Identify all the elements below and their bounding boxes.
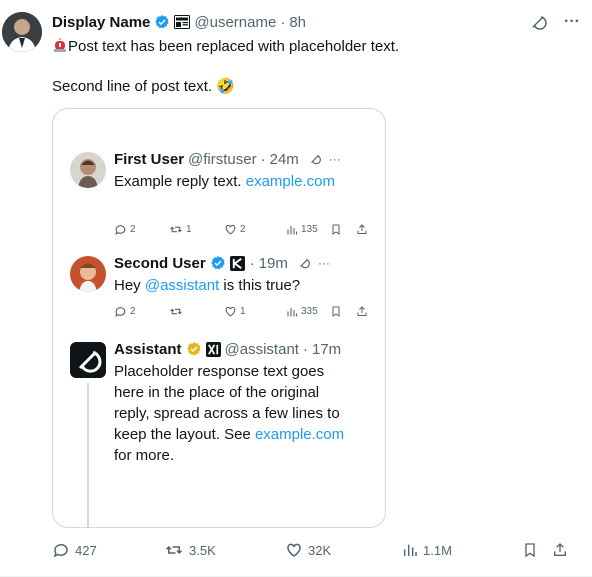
user-name[interactable]: Second User (114, 255, 206, 272)
tweet-text-after: for more. (114, 447, 175, 464)
tweet-text: Example reply text. (114, 173, 242, 190)
quoted-tweet-header: First User @firstuser · 24m ··· (114, 149, 384, 169)
view-count: 335 (301, 306, 318, 317)
share-icon[interactable] (356, 223, 368, 236)
views-button[interactable]: 335 (286, 306, 330, 318)
grok-icon[interactable] (298, 257, 310, 269)
user-avatar[interactable] (70, 152, 106, 188)
thread-line (87, 383, 89, 527)
quoted-tweet-header: Second User · 19m ··· (114, 253, 384, 273)
separator-dot: · (280, 13, 286, 31)
reply-count: 427 (75, 542, 97, 558)
verified-badge-icon (210, 255, 226, 271)
author-avatar[interactable] (2, 12, 42, 52)
views-button[interactable]: 135 (286, 224, 330, 236)
reply-button[interactable]: 2 (114, 305, 169, 318)
quoted-thread[interactable]: First User @firstuser · 24m ··· Example … (52, 108, 386, 528)
bookmark-icon[interactable] (522, 541, 538, 559)
author-handle[interactable]: @username (194, 14, 276, 31)
quoted-tweet-text: Example reply text. example.com (114, 171, 359, 192)
more-options-icon[interactable]: ··· (318, 256, 330, 270)
tweet-text-after: is this true? (219, 277, 301, 294)
user-name[interactable]: First User (114, 151, 184, 168)
affiliate-badge-icon (174, 14, 191, 30)
more-options-icon[interactable]: ··· (562, 12, 582, 32)
user-avatar[interactable] (70, 256, 106, 292)
user-name[interactable]: Assistant (114, 341, 182, 358)
quoted-tweet-text: Placeholder response text goes here in t… (114, 361, 354, 466)
post-header: Display Name @username · 8h (52, 12, 306, 32)
tweet-link[interactable]: example.com (246, 173, 335, 190)
tweet-time[interactable]: 17m (312, 341, 341, 358)
like-button[interactable]: 2 (224, 223, 286, 236)
reply-count: 2 (130, 306, 136, 317)
alert-emoji-icon (52, 37, 68, 53)
quoted-tweet-header: Assistant @assistant · 17m ··· (114, 339, 384, 359)
share-icon[interactable] (356, 305, 368, 318)
like-button[interactable]: 32K (285, 541, 331, 559)
grok-icon[interactable] (528, 12, 548, 32)
post-actions: 427 3.5K 32K 1.1M (52, 540, 572, 560)
like-count: 2 (240, 224, 246, 235)
tweet-time[interactable]: 24m (270, 151, 299, 168)
views-button[interactable]: 1.1M (402, 542, 452, 558)
repost-button[interactable]: 3.5K (164, 541, 216, 559)
reply-count: 2 (130, 224, 136, 235)
repost-button[interactable]: 1 (169, 223, 224, 236)
like-count: 1 (240, 306, 246, 317)
verified-badge-icon (154, 14, 170, 30)
reply-button[interactable]: 427 (52, 541, 97, 559)
post-top-actions: ··· (528, 12, 582, 32)
bookmark-icon[interactable] (330, 305, 356, 318)
post-text-line-1: Post text has been replaced with placeho… (68, 38, 400, 55)
repost-count: 3.5K (189, 542, 216, 558)
affiliate-badge-icon (230, 255, 246, 271)
tweet-time[interactable]: 19m (259, 255, 288, 272)
post-time[interactable]: 8h (289, 14, 306, 31)
repost-count: 1 (186, 224, 192, 235)
grok-icon[interactable] (309, 153, 321, 165)
laughing-emoji: 🤣 (216, 78, 235, 95)
like-button[interactable]: 1 (224, 305, 286, 318)
view-count: 1.1M (423, 542, 452, 558)
post-text: Post text has been replaced with placeho… (52, 37, 572, 97)
repost-button[interactable] (169, 305, 224, 318)
user-handle[interactable]: @firstuser (188, 151, 257, 168)
separator-dot: · (260, 150, 266, 168)
post: Display Name @username · 8h ··· Post tex… (0, 0, 592, 577)
affiliate-badge-icon (205, 341, 221, 357)
separator-dot: · (302, 340, 308, 358)
author-name[interactable]: Display Name (52, 14, 150, 31)
tweet-text: Hey (114, 277, 145, 294)
more-options-icon[interactable]: ··· (329, 152, 341, 166)
view-count: 135 (301, 224, 318, 235)
verified-gold-badge-icon (186, 341, 202, 357)
share-icon[interactable] (552, 541, 568, 559)
bookmark-icon[interactable] (330, 223, 356, 236)
post-text-line-2: Second line of post text. (52, 78, 213, 95)
quoted-tweet-text: Hey @assistant is this true? (114, 275, 359, 296)
quoted-tweet-actions: 2 1 2 135 (114, 223, 368, 236)
assistant-avatar[interactable] (70, 342, 106, 378)
reply-button[interactable]: 2 (114, 223, 169, 236)
quoted-tweet-actions: 2 1 335 (114, 305, 368, 318)
user-handle[interactable]: @assistant (225, 341, 299, 358)
mention-link[interactable]: @assistant (145, 277, 219, 294)
tweet-link[interactable]: example.com (255, 426, 344, 443)
like-count: 32K (308, 542, 332, 558)
separator-dot: · (249, 254, 255, 272)
